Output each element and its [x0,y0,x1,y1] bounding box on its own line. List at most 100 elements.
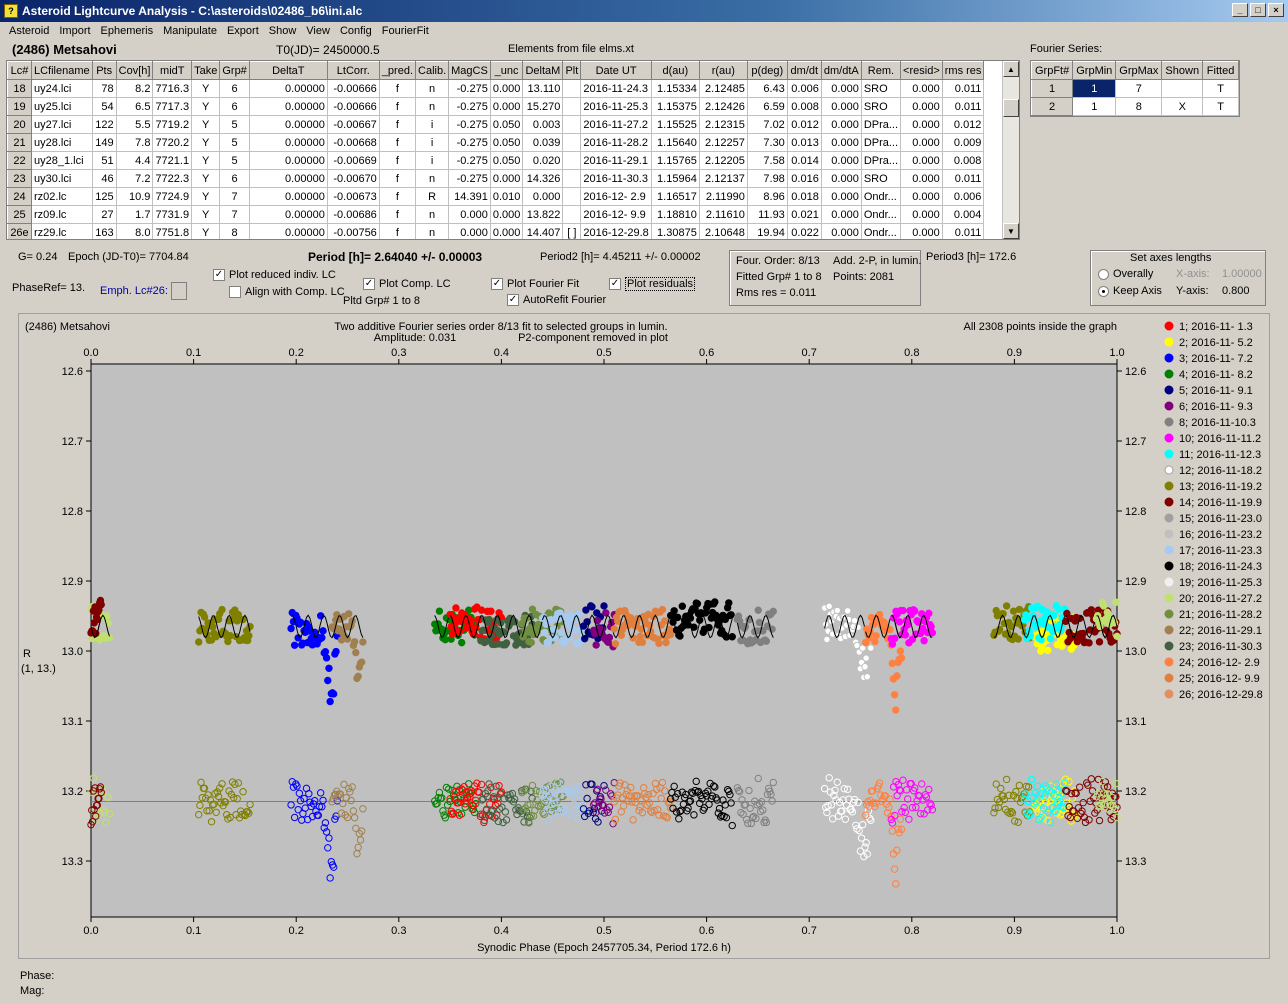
table-cell[interactable]: 15.270 [522,97,564,116]
table-cell[interactable]: 6 [219,97,250,116]
table-cell[interactable]: 0.006 [941,187,985,206]
column-header[interactable]: dm/dtA [820,61,862,80]
table-cell[interactable]: 0.010 [489,187,524,206]
table-cell[interactable]: 46 [91,169,117,188]
table-cell[interactable]: 7.8 [115,133,154,152]
column-header[interactable]: <resid> [900,61,943,80]
fourier-cell[interactable]: T [1202,97,1240,116]
table-cell[interactable]: uy27.lci [31,115,93,134]
table-cell[interactable]: 0.000 [820,205,862,224]
table-cell[interactable]: 0.000 [489,205,524,224]
table-cell[interactable]: 2016-12- 2.9 [580,187,652,206]
table-cell[interactable]: -0.00666 [326,79,380,98]
fourier-cell[interactable]: T [1202,79,1240,98]
table-cell[interactable] [562,115,582,134]
table-cell[interactable]: 2016-12- 9.9 [580,205,652,224]
plot-residuals-checkbox[interactable]: ✓ Plot residuals [609,277,696,291]
table-cell[interactable]: 0.006 [786,79,822,98]
table-cell[interactable]: -0.275 [448,115,491,134]
table-cell[interactable]: -0.275 [448,97,491,116]
table-cell[interactable]: 2.12485 [698,79,748,98]
table-cell[interactable]: 2016-11-27.2 [580,115,652,134]
table-cell[interactable]: 0.008 [786,97,822,116]
table-cell[interactable]: Ondr... [860,205,902,224]
table-cell[interactable]: 7.58 [746,151,788,170]
table-cell[interactable]: 2.11610 [698,205,748,224]
table-cell[interactable]: 0.003 [522,115,564,134]
column-header[interactable]: LtCorr. [326,61,380,80]
fourier-series-table[interactable]: GrpFt# GrpMin GrpMax Shown Fitted 1 1 7 T 2 1 8 X T [1030,60,1241,117]
table-cell[interactable]: 163 [91,223,117,239]
table-row[interactable]: 21 uy28.lci 149 7.8 7720.2 Y 5 0.00000 -0.00668 f… [7,133,985,152]
table-cell[interactable]: -0.00669 [326,151,380,170]
table-cell[interactable]: 0.000 [820,133,862,152]
table-cell[interactable]: 54 [91,97,117,116]
table-cell[interactable]: -0.275 [448,79,491,98]
table-cell[interactable]: n [415,169,450,188]
table-cell[interactable]: 4.4 [115,151,154,170]
table-cell[interactable]: 2.12257 [698,133,748,152]
table-cell[interactable]: 149 [91,133,117,152]
table-cell[interactable]: 0.000 [900,151,943,170]
table-cell[interactable]: rz09.lc [31,205,93,224]
table-cell[interactable]: Y [191,187,221,206]
table-cell[interactable]: 7717.3 [152,97,193,116]
fourier-cell[interactable]: 8 [1115,97,1163,116]
overally-radio[interactable]: Overally [1098,268,1153,280]
table-cell[interactable]: 2.12137 [698,169,748,188]
table-cell[interactable]: 0.000 [900,97,943,116]
plot-reduced-checkbox[interactable]: ✓ Plot reduced indiv. LC [213,269,336,282]
fourier-cell[interactable]: 1 [1072,97,1117,116]
table-cell[interactable]: 11.93 [746,205,788,224]
table-cell[interactable]: 0.011 [941,169,985,188]
column-header[interactable]: Cov[h] [115,61,154,80]
table-cell[interactable]: 0.008 [941,151,985,170]
table-cell[interactable]: 18 [7,79,32,98]
fourier-column-header[interactable]: GrpMin [1072,61,1117,80]
table-cell[interactable] [562,205,582,224]
menu-ephemeris[interactable]: Ephemeris [96,25,159,37]
column-header[interactable]: Pts [91,61,117,80]
fourier-cell[interactable]: 2 [1030,97,1074,116]
table-cell[interactable]: Y [191,169,221,188]
table-cell[interactable]: f [378,223,417,239]
fourier-cell[interactable]: 1 [1030,79,1074,98]
table-row[interactable]: 22 uy28_1.lci 51 4.4 7721.1 Y 5 0.00000 -0.00669… [7,151,985,170]
table-cell[interactable]: Y [191,205,221,224]
column-header[interactable]: _unc [489,61,524,80]
table-cell[interactable]: 0.014 [786,151,822,170]
table-cell[interactable] [562,151,582,170]
table-cell[interactable]: 22 [7,151,32,170]
table-cell[interactable]: 5.5 [115,115,154,134]
scroll-up-icon[interactable]: ▲ [1003,61,1019,77]
fourier-cell[interactable]: 7 [1115,79,1163,98]
table-cell[interactable]: 1.30875 [650,223,700,239]
table-cell[interactable]: 7751.8 [152,223,193,239]
table-cell[interactable]: 6.5 [115,97,154,116]
table-cell[interactable]: 0.011 [941,223,985,239]
table-row[interactable]: 23 uy30.lci 46 7.2 7722.3 Y 6 0.00000 -0.00670 f n… [7,169,985,188]
fourier-column-header[interactable]: Fitted [1202,61,1240,80]
table-cell[interactable]: Y [191,133,221,152]
table-cell[interactable]: 0.000 [900,115,943,134]
fourier-column-header[interactable]: Shown [1161,61,1204,80]
table-cell[interactable]: uy30.lci [31,169,93,188]
lightcurve-plot[interactable]: (2486) Metsahovi Two additive Fourier ser… [19,314,1271,960]
table-cell[interactable]: SRO [860,97,902,116]
column-header[interactable]: d(au) [650,61,700,80]
table-cell[interactable]: 0.050 [489,151,524,170]
table-cell[interactable]: DPra... [860,133,902,152]
table-cell[interactable]: rz29.lc [31,223,93,239]
table-cell[interactable]: 0.000 [820,223,862,239]
table-cell[interactable]: 7719.2 [152,115,193,134]
table-cell[interactable]: -0.00756 [326,223,380,239]
column-header[interactable]: DeltaM [522,61,564,80]
table-cell[interactable]: DPra... [860,115,902,134]
table-cell[interactable]: 27 [91,205,117,224]
table-cell[interactable]: n [415,223,450,239]
table-cell[interactable]: 0.000 [900,133,943,152]
table-cell[interactable]: f [378,205,417,224]
table-cell[interactable]: SRO [860,79,902,98]
table-cell[interactable]: 0.009 [941,133,985,152]
table-cell[interactable]: 0.00000 [248,187,328,206]
